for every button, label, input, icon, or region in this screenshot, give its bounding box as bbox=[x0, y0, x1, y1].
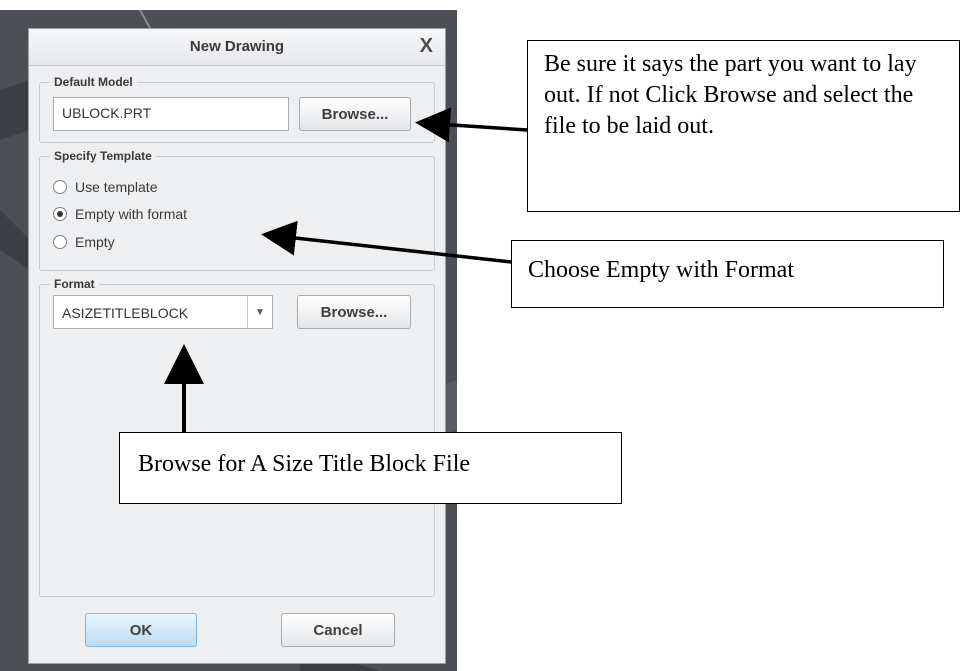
radio-button-icon[interactable] bbox=[53, 235, 67, 249]
radio-label-empty: Empty bbox=[75, 234, 115, 250]
format-select-value: ASIZETITLEBLOCK bbox=[62, 305, 189, 321]
callout-format: Browse for A Size Title Block File bbox=[119, 432, 622, 504]
default-model-input[interactable]: UBLOCK.PRT bbox=[53, 97, 289, 131]
new-drawing-dialog: New Drawing X Default Model UBLOCK.PRT B… bbox=[28, 28, 446, 664]
format-browse-button[interactable]: Browse... bbox=[297, 295, 411, 329]
format-select[interactable]: ASIZETITLEBLOCK ▼ bbox=[53, 295, 273, 329]
radio-label-empty-with-format: Empty with format bbox=[75, 206, 188, 222]
radio-label-use-template: Use template bbox=[75, 179, 158, 195]
dialog-titlebar: New Drawing X bbox=[29, 29, 445, 66]
radio-use-template[interactable]: Use template bbox=[53, 177, 157, 197]
close-icon[interactable]: X bbox=[420, 35, 433, 57]
radio-button-icon[interactable] bbox=[53, 180, 67, 194]
default-model-browse-button[interactable]: Browse... bbox=[299, 97, 411, 131]
specify-template-legend: Specify Template bbox=[54, 149, 152, 163]
cancel-button[interactable]: Cancel bbox=[281, 613, 395, 647]
radio-empty[interactable]: Empty bbox=[53, 232, 115, 252]
default-model-legend: Default Model bbox=[54, 75, 133, 89]
callout-default-model: Be sure it says the part you want to lay… bbox=[527, 40, 960, 212]
chevron-down-icon[interactable]: ▼ bbox=[247, 296, 272, 328]
callout-template: Choose Empty with Format bbox=[511, 240, 944, 308]
radio-button-selected-icon[interactable] bbox=[53, 207, 67, 221]
radio-empty-with-format[interactable]: Empty with format bbox=[53, 204, 187, 224]
format-legend: Format bbox=[54, 277, 95, 291]
dialog-title: New Drawing bbox=[189, 38, 285, 55]
ok-button[interactable]: OK bbox=[85, 613, 197, 647]
